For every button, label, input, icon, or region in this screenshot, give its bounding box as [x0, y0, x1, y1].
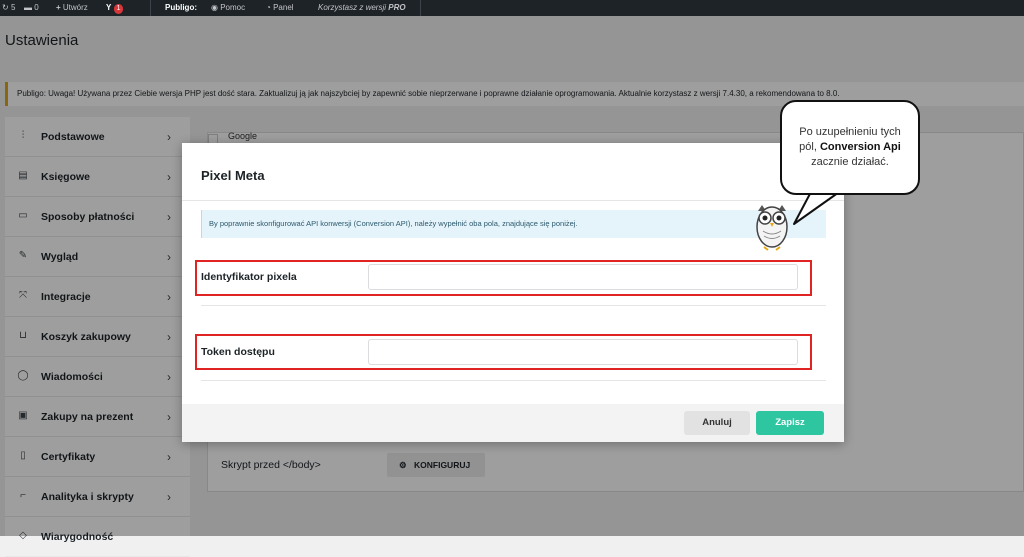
panel-item[interactable]: ◔ Panel	[266, 0, 294, 16]
plus-icon: +	[56, 3, 61, 12]
admin-bar: ↻ 5 ▬ 0 + Utwórz Y 1 Publigo: ◉ Pomoc ◔ …	[0, 0, 1024, 16]
highlight-box	[195, 260, 812, 296]
callout-line: zacznie działać.	[811, 156, 889, 168]
highlight-box	[195, 334, 812, 370]
info-notice: By poprawnie skonfigurować API konwersji…	[201, 210, 826, 238]
dashboard-icon: ◔	[266, 3, 271, 12]
callout-bubble: Po uzupełnieniu tych pól, Conversion Api…	[780, 100, 920, 195]
updates-item[interactable]: ↻ 5	[2, 0, 15, 16]
callout-line: pól, Conversion Api	[799, 141, 901, 153]
brand-label: Publigo:	[165, 3, 197, 12]
owl-mascot-icon	[756, 205, 788, 251]
comments-item[interactable]: ▬ 0	[24, 0, 39, 16]
modal-title: Pixel Meta	[201, 168, 265, 183]
save-button[interactable]: Zapisz	[756, 411, 824, 435]
yoast-icon: Y	[106, 3, 112, 12]
new-content-item[interactable]: + Utwórz	[56, 0, 88, 16]
yoast-item[interactable]: Y 1	[106, 0, 124, 16]
admin-bar-divider	[420, 0, 421, 16]
admin-bar-divider	[150, 0, 151, 16]
help-icon: ◉	[211, 3, 218, 12]
pixel-meta-modal: Pixel Meta By poprawnie skonfigurować AP…	[182, 143, 844, 442]
callout-line: Po uzupełnieniu tych	[799, 126, 901, 138]
modal-footer: Anuluj Zapisz	[182, 404, 844, 442]
updates-icon: ↻	[2, 3, 9, 12]
cancel-button[interactable]: Anuluj	[684, 411, 750, 435]
version-info: Korzystasz z wersji PRO	[318, 3, 406, 12]
comment-icon: ▬	[24, 3, 32, 12]
help-item[interactable]: ◉ Pomoc	[211, 0, 245, 16]
notification-badge: 1	[113, 4, 124, 14]
divider	[182, 200, 844, 201]
